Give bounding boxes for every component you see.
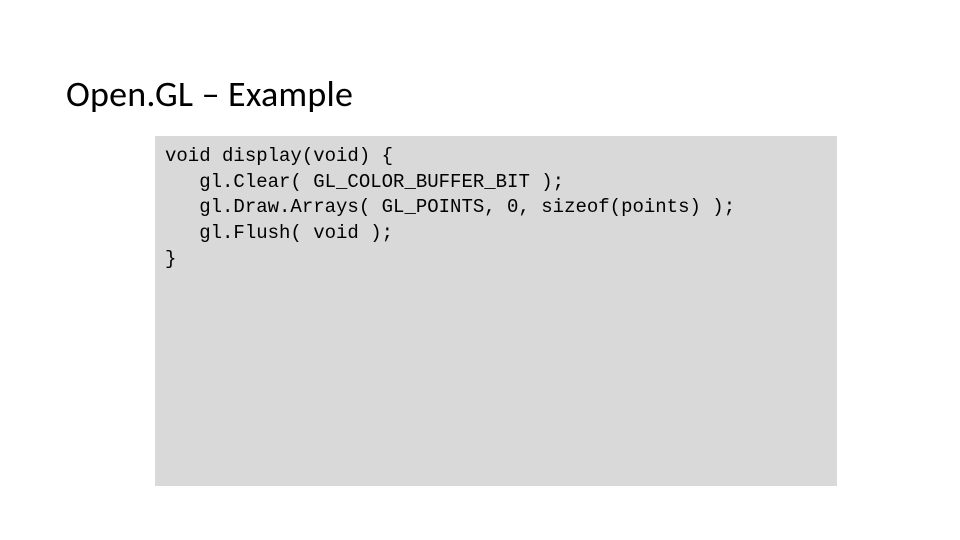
slide-title: Open.GL – Example [66,72,353,116]
slide: Open.GL – Example void display(void) { g… [0,0,960,540]
code-line-4: gl.Flush( void ); [165,222,393,244]
code-line-3: gl.Draw.Arrays( GL_POINTS, 0, sizeof(poi… [165,196,735,218]
code-line-2: gl.Clear( GL_COLOR_BUFFER_BIT ); [165,171,564,193]
code-line-5: } [165,248,176,270]
code-line-1: void display(void) { [165,145,393,167]
code-block: void display(void) { gl.Clear( GL_COLOR_… [155,136,837,486]
